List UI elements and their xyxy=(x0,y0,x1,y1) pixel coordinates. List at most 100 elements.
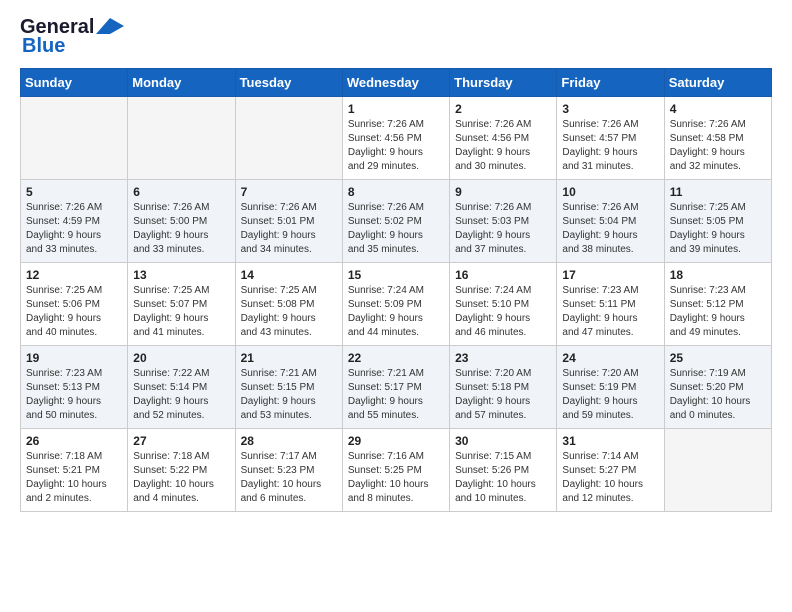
calendar-cell: 20 Sunrise: 7:22 AM Sunset: 5:14 PM Dayli… xyxy=(128,346,235,429)
calendar-header-monday: Monday xyxy=(128,69,235,97)
day-number: 9 xyxy=(455,185,551,199)
calendar-cell: 23 Sunrise: 7:20 AM Sunset: 5:18 PM Dayli… xyxy=(450,346,557,429)
calendar-cell: 15 Sunrise: 7:24 AM Sunset: 5:09 PM Dayli… xyxy=(342,263,449,346)
calendar-cell: 26Sunrise: 7:18 AM Sunset: 5:21 PM Dayli… xyxy=(21,429,128,512)
calendar-week-row: 26Sunrise: 7:18 AM Sunset: 5:21 PM Dayli… xyxy=(21,429,772,512)
day-number: 27 xyxy=(133,434,229,448)
day-number: 24 xyxy=(562,351,658,365)
calendar-cell: 2 Sunrise: 7:26 AM Sunset: 4:56 PM Daylig… xyxy=(450,97,557,180)
day-info: Sunrise: 7:14 AM Sunset: 5:27 PM Dayligh… xyxy=(562,450,658,506)
day-info: Sunrise: 7:26 AM Sunset: 4:56 PM Dayligh… xyxy=(455,118,551,174)
day-info: Sunrise: 7:24 AM Sunset: 5:10 PM Dayligh… xyxy=(455,284,551,340)
day-number: 4 xyxy=(670,102,766,116)
day-number: 15 xyxy=(348,268,444,282)
day-info: Sunrise: 7:25 AM Sunset: 5:06 PM Dayligh… xyxy=(26,284,122,340)
calendar-cell: 16 Sunrise: 7:24 AM Sunset: 5:10 PM Dayli… xyxy=(450,263,557,346)
day-info: Sunrise: 7:25 AM Sunset: 5:07 PM Dayligh… xyxy=(133,284,229,340)
calendar-cell: 10Sunrise: 7:26 AM Sunset: 5:04 PM Dayli… xyxy=(557,180,664,263)
day-info: Sunrise: 7:26 AM Sunset: 4:57 PM Dayligh… xyxy=(562,118,658,174)
day-info: Sunrise: 7:26 AM Sunset: 4:59 PM Dayligh… xyxy=(26,201,122,257)
day-number: 18 xyxy=(670,268,766,282)
day-number: 3 xyxy=(562,102,658,116)
day-number: 13 xyxy=(133,268,229,282)
day-number: 22 xyxy=(348,351,444,365)
day-number: 31 xyxy=(562,434,658,448)
page: General Blue SundayMondayTuesdayWednesda… xyxy=(0,0,792,532)
day-info: Sunrise: 7:18 AM Sunset: 5:22 PM Dayligh… xyxy=(133,450,229,506)
day-info: Sunrise: 7:26 AM Sunset: 4:56 PM Dayligh… xyxy=(348,118,444,174)
calendar-cell: 29 Sunrise: 7:16 AM Sunset: 5:25 PM Dayli… xyxy=(342,429,449,512)
day-info: Sunrise: 7:21 AM Sunset: 5:17 PM Dayligh… xyxy=(348,367,444,423)
day-info: Sunrise: 7:20 AM Sunset: 5:18 PM Dayligh… xyxy=(455,367,551,423)
day-number: 29 xyxy=(348,434,444,448)
calendar-cell: 9 Sunrise: 7:26 AM Sunset: 5:03 PM Daylig… xyxy=(450,180,557,263)
calendar-cell: 22 Sunrise: 7:21 AM Sunset: 5:17 PM Dayli… xyxy=(342,346,449,429)
day-info: Sunrise: 7:26 AM Sunset: 5:02 PM Dayligh… xyxy=(348,201,444,257)
calendar-week-row: 1 Sunrise: 7:26 AM Sunset: 4:56 PM Daylig… xyxy=(21,97,772,180)
calendar-cell: 19Sunrise: 7:23 AM Sunset: 5:13 PM Dayli… xyxy=(21,346,128,429)
day-number: 7 xyxy=(241,185,337,199)
calendar-cell: 21 Sunrise: 7:21 AM Sunset: 5:15 PM Dayli… xyxy=(235,346,342,429)
calendar-cell: 6 Sunrise: 7:26 AM Sunset: 5:00 PM Daylig… xyxy=(128,180,235,263)
day-number: 20 xyxy=(133,351,229,365)
calendar-cell: 28 Sunrise: 7:17 AM Sunset: 5:23 PM Dayli… xyxy=(235,429,342,512)
day-number: 2 xyxy=(455,102,551,116)
day-info: Sunrise: 7:25 AM Sunset: 5:05 PM Dayligh… xyxy=(670,201,766,257)
calendar-cell: 30 Sunrise: 7:15 AM Sunset: 5:26 PM Dayli… xyxy=(450,429,557,512)
calendar-cell: 12Sunrise: 7:25 AM Sunset: 5:06 PM Dayli… xyxy=(21,263,128,346)
header: General Blue xyxy=(20,16,772,58)
day-number: 8 xyxy=(348,185,444,199)
day-number: 16 xyxy=(455,268,551,282)
day-number: 21 xyxy=(241,351,337,365)
day-number: 11 xyxy=(670,185,766,199)
calendar-header-thursday: Thursday xyxy=(450,69,557,97)
calendar-cell xyxy=(21,97,128,180)
day-info: Sunrise: 7:24 AM Sunset: 5:09 PM Dayligh… xyxy=(348,284,444,340)
calendar-header-row: SundayMondayTuesdayWednesdayThursdayFrid… xyxy=(21,69,772,97)
calendar-header-saturday: Saturday xyxy=(664,69,771,97)
day-info: Sunrise: 7:22 AM Sunset: 5:14 PM Dayligh… xyxy=(133,367,229,423)
day-info: Sunrise: 7:26 AM Sunset: 5:01 PM Dayligh… xyxy=(241,201,337,257)
day-info: Sunrise: 7:25 AM Sunset: 5:08 PM Dayligh… xyxy=(241,284,337,340)
calendar-cell: 11 Sunrise: 7:25 AM Sunset: 5:05 PM Dayli… xyxy=(664,180,771,263)
day-number: 30 xyxy=(455,434,551,448)
calendar-cell: 27 Sunrise: 7:18 AM Sunset: 5:22 PM Dayli… xyxy=(128,429,235,512)
day-info: Sunrise: 7:26 AM Sunset: 4:58 PM Dayligh… xyxy=(670,118,766,174)
day-number: 14 xyxy=(241,268,337,282)
day-number: 23 xyxy=(455,351,551,365)
calendar-cell: 31 Sunrise: 7:14 AM Sunset: 5:27 PM Dayli… xyxy=(557,429,664,512)
calendar-cell: 3 Sunrise: 7:26 AM Sunset: 4:57 PM Daylig… xyxy=(557,97,664,180)
day-info: Sunrise: 7:19 AM Sunset: 5:20 PM Dayligh… xyxy=(670,367,766,423)
calendar-week-row: 12Sunrise: 7:25 AM Sunset: 5:06 PM Dayli… xyxy=(21,263,772,346)
calendar-cell: 4 Sunrise: 7:26 AM Sunset: 4:58 PM Daylig… xyxy=(664,97,771,180)
day-number: 6 xyxy=(133,185,229,199)
calendar-cell: 8 Sunrise: 7:26 AM Sunset: 5:02 PM Daylig… xyxy=(342,180,449,263)
day-info: Sunrise: 7:15 AM Sunset: 5:26 PM Dayligh… xyxy=(455,450,551,506)
day-info: Sunrise: 7:21 AM Sunset: 5:15 PM Dayligh… xyxy=(241,367,337,423)
calendar-cell xyxy=(664,429,771,512)
logo-blue: Blue xyxy=(22,35,65,58)
calendar-header-wednesday: Wednesday xyxy=(342,69,449,97)
day-info: Sunrise: 7:16 AM Sunset: 5:25 PM Dayligh… xyxy=(348,450,444,506)
day-info: Sunrise: 7:18 AM Sunset: 5:21 PM Dayligh… xyxy=(26,450,122,506)
calendar-cell: 1 Sunrise: 7:26 AM Sunset: 4:56 PM Daylig… xyxy=(342,97,449,180)
calendar-header-tuesday: Tuesday xyxy=(235,69,342,97)
day-info: Sunrise: 7:17 AM Sunset: 5:23 PM Dayligh… xyxy=(241,450,337,506)
calendar-cell: 14 Sunrise: 7:25 AM Sunset: 5:08 PM Dayli… xyxy=(235,263,342,346)
day-number: 25 xyxy=(670,351,766,365)
calendar-header-sunday: Sunday xyxy=(21,69,128,97)
day-info: Sunrise: 7:26 AM Sunset: 5:03 PM Dayligh… xyxy=(455,201,551,257)
day-info: Sunrise: 7:20 AM Sunset: 5:19 PM Dayligh… xyxy=(562,367,658,423)
day-number: 1 xyxy=(348,102,444,116)
day-info: Sunrise: 7:26 AM Sunset: 5:04 PM Dayligh… xyxy=(562,201,658,257)
calendar-week-row: 19Sunrise: 7:23 AM Sunset: 5:13 PM Dayli… xyxy=(21,346,772,429)
calendar-cell: 25 Sunrise: 7:19 AM Sunset: 5:20 PM Dayli… xyxy=(664,346,771,429)
calendar-cell: 17Sunrise: 7:23 AM Sunset: 5:11 PM Dayli… xyxy=(557,263,664,346)
logo: General Blue xyxy=(20,16,124,58)
calendar-cell: 7 Sunrise: 7:26 AM Sunset: 5:01 PM Daylig… xyxy=(235,180,342,263)
day-number: 28 xyxy=(241,434,337,448)
day-number: 19 xyxy=(26,351,122,365)
day-info: Sunrise: 7:26 AM Sunset: 5:00 PM Dayligh… xyxy=(133,201,229,257)
calendar-cell xyxy=(128,97,235,180)
day-number: 17 xyxy=(562,268,658,282)
